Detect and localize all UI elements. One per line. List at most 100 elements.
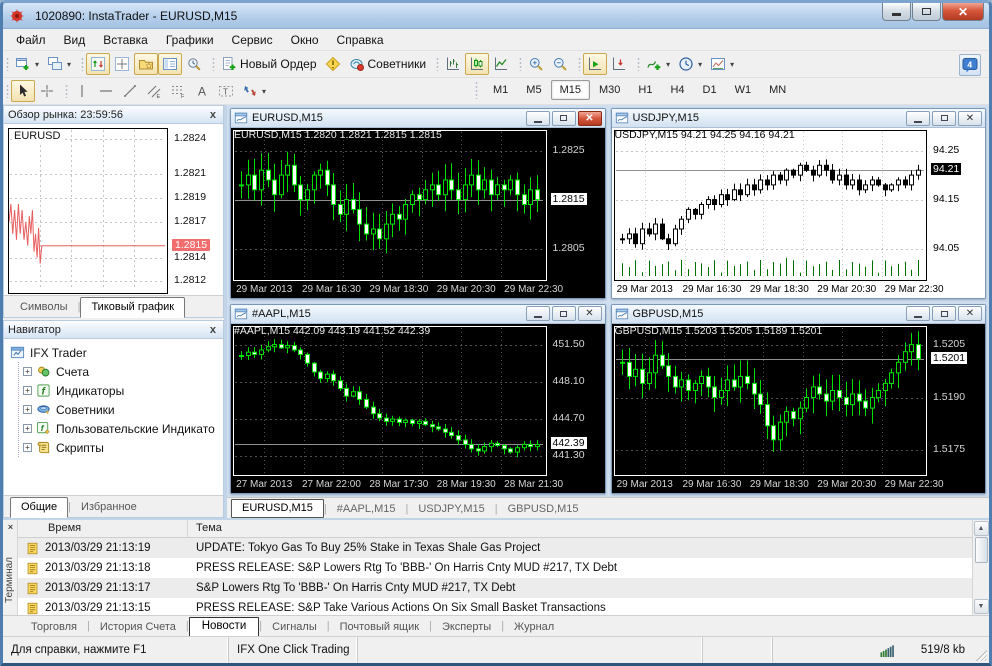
tool-chart-candles[interactable] [465, 53, 490, 75]
news-column-topic[interactable]: Тема [188, 520, 972, 537]
timeframe-M30[interactable]: M30 [590, 80, 629, 100]
tool-navigator[interactable] [134, 53, 159, 75]
timeframe-M15[interactable]: M15 [550, 80, 590, 100]
tool-strategy-tester[interactable] [182, 53, 206, 75]
tool-market-watch[interactable] [86, 53, 111, 75]
menu-item-Вид[interactable]: Вид [55, 31, 95, 49]
news-row[interactable]: 2013/03/29 21:13:19 UPDATE: Tokyo Gas To … [18, 538, 972, 558]
price-scale[interactable]: 1.5205 1.5201 1.5190 1.5175 [929, 326, 985, 477]
chart-window-titlebar[interactable]: EURUSD,M15 ✕ [231, 109, 605, 128]
timeframe-M5[interactable]: M5 [517, 80, 550, 100]
chart-canvas[interactable] [613, 130, 927, 281]
tool-data-window[interactable] [110, 53, 134, 75]
scrollbar-thumb[interactable] [974, 537, 988, 563]
chart-restore-button[interactable] [932, 306, 956, 321]
chart-restore-button[interactable] [551, 306, 576, 321]
menu-item-Вставка[interactable]: Вставка [94, 31, 157, 49]
tool-new-chart[interactable]: ▾ [11, 53, 43, 75]
expand-icon[interactable]: + [23, 386, 32, 395]
chart-close-button[interactable]: ✕ [958, 306, 982, 321]
tool-text[interactable]: A [190, 80, 214, 102]
tool-templates[interactable]: ▾ [706, 53, 738, 75]
chart-minimize-button[interactable] [525, 306, 550, 321]
chart-restore-button[interactable] [932, 110, 956, 126]
tool-terminal[interactable] [158, 53, 183, 75]
terminal-tab-Почтовый ящик[interactable]: Почтовый ящик [330, 618, 429, 636]
tick-chart[interactable]: EURUSD [8, 128, 168, 294]
expand-icon[interactable]: + [23, 367, 32, 376]
tree-item-Индикаторы[interactable]: + f Индикаторы [23, 381, 221, 400]
notifications-button[interactable]: 4 [959, 54, 981, 76]
timeframe-D1[interactable]: D1 [694, 80, 726, 100]
scroll-up-icon[interactable]: ▲ [973, 521, 989, 536]
tool-zoom-in[interactable] [524, 53, 548, 75]
news-row[interactable]: 2013/03/29 21:13:18 PRESS RELEASE: S&P Lo… [18, 558, 972, 578]
terminal-tab-Журнал[interactable]: Журнал [504, 618, 564, 636]
terminal-tab-Эксперты[interactable]: Эксперты [432, 618, 501, 636]
chart-canvas[interactable] [613, 325, 927, 476]
tool-indicators[interactable]: ▾ [642, 53, 674, 75]
tree-item-Советники[interactable]: + Советники [23, 400, 221, 419]
chart-canvas[interactable] [233, 130, 547, 281]
menu-item-Окно[interactable]: Окно [282, 31, 328, 49]
price-scale[interactable]: 451.50 448.10 444.70 442.39 441.30 [549, 326, 605, 477]
expand-icon[interactable]: + [23, 443, 32, 452]
chart-close-button[interactable]: ✕ [577, 110, 602, 126]
chart-window-titlebar[interactable]: USDJPY,M15 ✕ [611, 109, 985, 128]
navigator-close-icon[interactable]: x [207, 324, 219, 336]
chart-tab-#AAPL,M15[interactable]: #AAPL,M15 [327, 500, 406, 518]
timeframe-W1[interactable]: W1 [726, 80, 761, 100]
tool-horizontal-line[interactable] [94, 80, 118, 102]
title-bar[interactable]: 1020890: InstaTrader - EURUSD,M15 ✕ [3, 3, 989, 29]
terminal-close-icon[interactable]: × [5, 522, 16, 533]
one-click-trading-cell[interactable]: IFX One Click Trading [229, 637, 359, 663]
tool-crosshair[interactable] [35, 80, 59, 102]
tool-chart-shift[interactable] [607, 53, 631, 75]
news-scrollbar[interactable]: ▲ ▼ [972, 520, 989, 615]
navigator-tab-Избранное[interactable]: Избранное [71, 498, 147, 517]
timeframe-H4[interactable]: H4 [661, 80, 693, 100]
tool-chart-line[interactable] [489, 53, 513, 75]
price-scale[interactable]: 1.2825 1.2815 1.2805 [549, 130, 605, 281]
expand-icon[interactable]: + [23, 405, 32, 414]
tool-equidistant-channel[interactable]: E [142, 80, 166, 102]
market-watch-close-icon[interactable]: x [207, 109, 219, 121]
chart-tab-GBPUSD,M15[interactable]: GBPUSD,M15 [498, 500, 589, 518]
chart-close-button[interactable]: ✕ [577, 306, 602, 321]
market-watch-header[interactable]: Обзор рынка: 23:59:56 x [4, 106, 223, 124]
menu-item-Файл[interactable]: Файл [7, 31, 55, 49]
tool-auto-scroll[interactable] [583, 53, 608, 75]
tree-item-Пользовательские Индикато[interactable]: + f Пользовательские Индикато [23, 419, 221, 438]
chart-minimize-button[interactable] [906, 110, 930, 126]
navigator-header[interactable]: Навигатор x [4, 321, 223, 339]
timeframe-M1[interactable]: M1 [484, 80, 517, 100]
timeframe-MN[interactable]: MN [760, 80, 795, 100]
terminal-tab-Торговля[interactable]: Торговля [21, 618, 87, 636]
maximize-button[interactable] [912, 3, 941, 21]
news-row[interactable]: 2013/03/29 21:13:15 PRESS RELEASE: S&P Ta… [18, 598, 972, 615]
chart-minimize-button[interactable] [525, 110, 550, 126]
tool-arrow-objects[interactable]: ▾ [238, 80, 270, 102]
news-row[interactable]: 2013/03/29 21:13:17 S&P Lowers Rtg To 'BB… [18, 578, 972, 598]
menu-item-Графики[interactable]: Графики [157, 31, 223, 49]
price-scale[interactable]: 94.25 94.21 94.15 94.05 [929, 130, 985, 281]
tool-cursor[interactable] [11, 80, 35, 102]
terminal-tab-Новости[interactable]: Новости [188, 617, 260, 637]
news-column-time[interactable]: Время [18, 520, 188, 537]
market-watch-tab-Тиковый график[interactable]: Тиковый график [80, 297, 186, 318]
tool-text-label[interactable]: T [214, 80, 238, 102]
terminal-tab-История Счета[interactable]: История Счета [90, 618, 186, 636]
tool-trend-line[interactable] [118, 80, 142, 102]
tool-advisors[interactable]: Советники [345, 53, 431, 75]
navigator-tab-Общие[interactable]: Общие [10, 497, 69, 518]
tool-chart-bars[interactable] [441, 53, 465, 75]
tree-item-Счета[interactable]: + Счета [23, 362, 221, 381]
chart-restore-button[interactable] [551, 110, 576, 126]
tool-vertical-line[interactable] [70, 80, 94, 102]
resize-grip[interactable] [973, 637, 989, 663]
expand-icon[interactable]: + [23, 424, 32, 433]
chart-window-titlebar[interactable]: #AAPL,M15 ✕ [231, 304, 605, 324]
tool-auto-trading[interactable] [321, 53, 345, 75]
chart-minimize-button[interactable] [906, 306, 930, 321]
tool-fibonacci[interactable]: F [166, 80, 190, 102]
